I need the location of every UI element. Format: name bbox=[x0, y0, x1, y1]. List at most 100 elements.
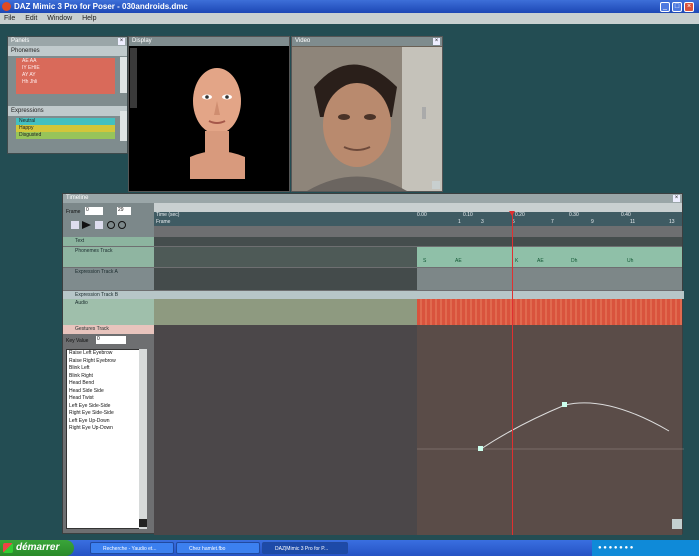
key-value-input[interactable]: 0 bbox=[96, 336, 126, 344]
gesture-list-item[interactable]: Head Side Side bbox=[67, 388, 145, 396]
ruler-frame-tick: 1 bbox=[458, 219, 461, 225]
playhead-marker[interactable] bbox=[509, 211, 515, 216]
expression-item[interactable]: Disgusted bbox=[16, 132, 115, 139]
taskbar-item[interactable]: Recherche - Yaudio et... bbox=[90, 542, 174, 554]
rewind-button[interactable] bbox=[71, 221, 79, 229]
ruler-frame-tick: 11 bbox=[630, 219, 636, 225]
phonemes-track-label: Phonemes Track bbox=[75, 248, 113, 254]
video-close-icon[interactable]: × bbox=[433, 38, 440, 45]
timeline-close-icon[interactable]: × bbox=[673, 195, 680, 202]
video-window: Video × bbox=[291, 36, 443, 192]
expression-b-label: Expression Track B bbox=[75, 292, 119, 298]
audio-track-header[interactable]: Audio bbox=[63, 299, 154, 325]
ruler-time-tick: 0.10 bbox=[463, 212, 473, 218]
frame-label: Frame bbox=[66, 209, 81, 215]
expression-a-header[interactable]: Expression Track A bbox=[63, 268, 154, 290]
gestures-scrollbar[interactable] bbox=[139, 349, 147, 529]
phoneme-mark[interactable]: Dh bbox=[571, 258, 577, 264]
gesture-list-item[interactable]: Blink Left bbox=[67, 365, 145, 373]
time-label: Time (sec) bbox=[156, 212, 180, 218]
audio-track[interactable] bbox=[154, 299, 682, 325]
minimize-button[interactable]: _ bbox=[660, 2, 670, 12]
gesture-list-item[interactable]: Head Bend bbox=[67, 380, 145, 388]
phonemes-track-header[interactable]: Phonemes Track bbox=[63, 247, 154, 267]
taskbar-item-active[interactable]: DAZ|Mimic 3 Pro for P... bbox=[262, 542, 348, 554]
text-track-header[interactable]: Text bbox=[63, 237, 154, 246]
audio-track-label: Audio bbox=[75, 300, 88, 306]
play-button[interactable] bbox=[82, 221, 91, 229]
panels-close-icon[interactable]: × bbox=[118, 38, 125, 45]
ruler-time-tick: 0.30 bbox=[569, 212, 579, 218]
expressions-scrollbar[interactable] bbox=[120, 111, 127, 141]
phonemes-list[interactable]: AE AA IY EHIE AY AY Hh Jhli bbox=[16, 58, 115, 94]
playhead[interactable] bbox=[512, 212, 513, 535]
gestures-track-label: Gestures Track bbox=[75, 326, 109, 332]
menu-help[interactable]: Help bbox=[78, 15, 100, 22]
expression-a-region[interactable] bbox=[417, 268, 682, 290]
phoneme-item[interactable]: AE AA bbox=[16, 58, 115, 65]
gesture-list-item[interactable]: Blink Right bbox=[67, 373, 145, 381]
text-track-label: Text bbox=[75, 238, 85, 244]
phoneme-item[interactable]: Hh Jhli bbox=[16, 79, 115, 86]
expression-b-header[interactable]: Expression Track B bbox=[63, 291, 684, 299]
gesture-list-item[interactable]: Left Eye Up-Down bbox=[67, 418, 145, 426]
audio-waveform bbox=[417, 299, 682, 325]
phoneme-mark[interactable]: AE bbox=[455, 258, 462, 264]
ruler-frame-tick: 13 bbox=[669, 219, 675, 225]
gesture-list-item[interactable]: Raise Left Eyebrow bbox=[67, 350, 145, 358]
menu-window[interactable]: Window bbox=[43, 15, 76, 22]
zoom-out-icon[interactable] bbox=[118, 221, 126, 229]
ruler-time-tick: 0.40 bbox=[621, 212, 631, 218]
zoom-in-icon[interactable] bbox=[107, 221, 115, 229]
expressions-header: Expressions bbox=[8, 106, 127, 116]
resize-grip-icon[interactable] bbox=[672, 519, 682, 529]
phoneme-region[interactable] bbox=[417, 247, 682, 267]
timeline-scrollbar[interactable] bbox=[154, 203, 682, 212]
phonemes-scrollbar[interactable] bbox=[120, 57, 127, 93]
expressions-list[interactable]: Neutral Happy Disgusted bbox=[16, 118, 115, 139]
display-toolbar[interactable] bbox=[130, 48, 137, 108]
stop-button[interactable] bbox=[95, 221, 103, 229]
phonemes-header: Phonemes bbox=[8, 46, 127, 56]
frame-row-label: Frame bbox=[156, 219, 171, 225]
panels-title: Panels × bbox=[8, 37, 127, 46]
menu-file[interactable]: File bbox=[0, 15, 19, 22]
taskbar-item[interactable]: Chez hamlet.fbo bbox=[176, 542, 260, 554]
phoneme-mark[interactable]: AE bbox=[537, 258, 544, 264]
close-button[interactable]: × bbox=[684, 2, 694, 12]
frame-input[interactable]: 0 bbox=[85, 207, 103, 215]
phonemes-track[interactable] bbox=[154, 247, 682, 267]
gesture-keyframe[interactable] bbox=[478, 446, 483, 451]
timeline-controls: Frame 0 29 bbox=[63, 203, 154, 237]
menu-edit[interactable]: Edit bbox=[21, 15, 41, 22]
ruler-frame-tick: 3 bbox=[481, 219, 484, 225]
text-track[interactable] bbox=[154, 237, 682, 246]
ruler-time-tick: 0.20 bbox=[515, 212, 525, 218]
gesture-list-item[interactable]: Right Eye Up-Down bbox=[67, 425, 145, 433]
gesture-list-item[interactable]: Left Eye Side-Side bbox=[67, 403, 145, 411]
panels-window: Panels × Phonemes AE AA IY EHIE AY AY Hh… bbox=[7, 36, 128, 154]
phoneme-item[interactable]: AY AY bbox=[16, 72, 115, 79]
scroll-down-icon[interactable] bbox=[139, 519, 147, 527]
gestures-list[interactable]: Raise Left Eyebrow Raise Right Eyebrow Bli… bbox=[66, 349, 146, 529]
tray-icons[interactable]: ● ● ● ● ● ● ● bbox=[598, 545, 633, 551]
gesture-list-item[interactable]: Head Twist bbox=[67, 395, 145, 403]
gesture-graph[interactable] bbox=[417, 325, 684, 535]
ruler-frame-tick: 7 bbox=[551, 219, 554, 225]
phoneme-item[interactable]: IY EHIE bbox=[16, 65, 115, 72]
expression-a-track[interactable] bbox=[154, 268, 682, 290]
gesture-keyframe[interactable] bbox=[562, 402, 567, 407]
app-icon bbox=[2, 2, 11, 11]
expression-item[interactable]: Neutral bbox=[16, 118, 115, 125]
phoneme-mark[interactable]: Uh bbox=[627, 258, 633, 264]
phoneme-mark[interactable]: S bbox=[423, 258, 426, 264]
ruler-time-tick: 0.00 bbox=[417, 212, 427, 218]
menu-bar: File Edit Window Help bbox=[0, 13, 699, 24]
phoneme-mark[interactable]: K bbox=[515, 258, 518, 264]
gesture-list-item[interactable]: Raise Right Eyebrow bbox=[67, 358, 145, 366]
expression-item[interactable]: Happy bbox=[16, 125, 115, 132]
gestures-track-header[interactable]: Gestures Track bbox=[63, 325, 154, 334]
maximize-button[interactable]: □ bbox=[672, 2, 682, 12]
gesture-list-item[interactable]: Right Eye Side-Side bbox=[67, 410, 145, 418]
frame-end-input[interactable]: 29 bbox=[117, 207, 131, 215]
